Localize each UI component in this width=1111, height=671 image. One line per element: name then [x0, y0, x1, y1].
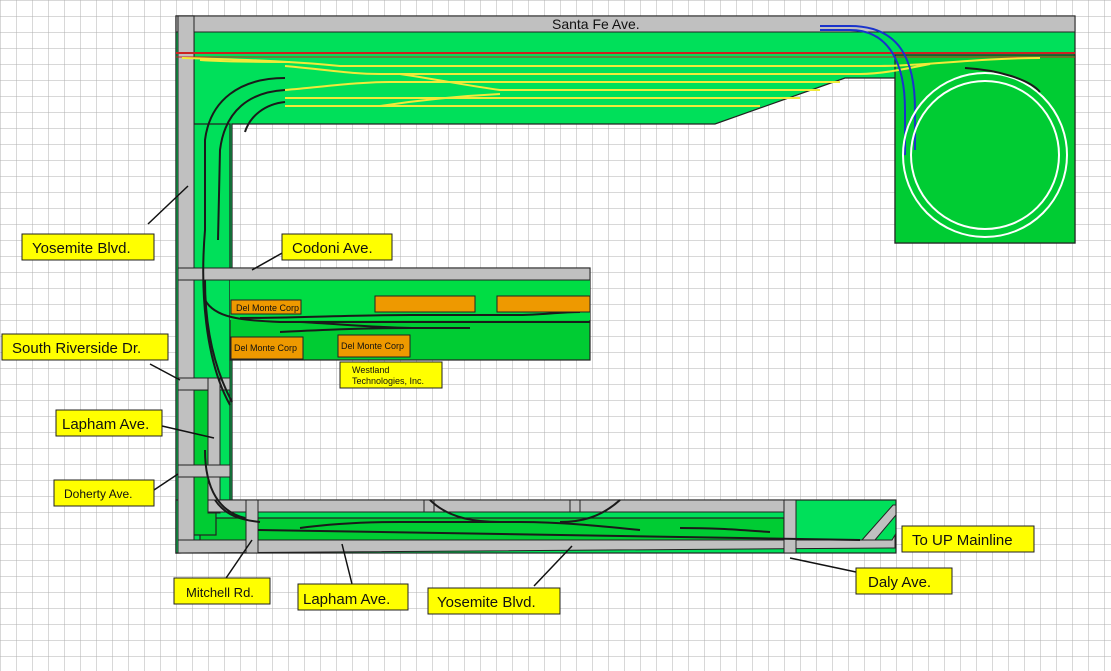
label-doherty: Doherty Ave. [64, 487, 132, 501]
road-codoni [177, 267, 591, 281]
road-daly [783, 499, 797, 554]
westland-label-line2: Technologies, Inc. [352, 376, 424, 386]
road-doherty [177, 464, 231, 478]
label-yosemite-bottom: Yosemite Blvd. [437, 594, 536, 611]
label-mitchell: Mitchell Rd. [186, 585, 254, 600]
label-daly: Daly Ave. [868, 574, 931, 591]
industry-building-b [496, 295, 591, 313]
santa-fe-street-label: Santa Fe Ave. [552, 16, 640, 32]
label-lapham-bottom: Lapham Ave. [303, 591, 390, 608]
label-lapham-left: Lapham Ave. [62, 416, 149, 433]
road-stub-2 [569, 499, 581, 513]
road-inner-bottom [207, 499, 797, 513]
westland-label-line1: Westland [352, 365, 389, 375]
label-south-riverside: South Riverside Dr. [12, 340, 141, 357]
label-to-up: To UP Mainline [912, 532, 1013, 549]
del-monte-label-3: Del Monte Corp [341, 341, 404, 351]
label-yosemite-left: Yosemite Blvd. [32, 240, 131, 257]
industry-building-a [374, 295, 476, 313]
track-plan-diagram: Del Monte Corp Del Monte Corp Del Monte … [0, 0, 1111, 671]
label-codoni: Codoni Ave. [292, 240, 373, 257]
del-monte-label-2: Del Monte Corp [234, 343, 297, 353]
loop-board [894, 54, 1076, 244]
del-monte-label-1: Del Monte Corp [236, 303, 299, 313]
